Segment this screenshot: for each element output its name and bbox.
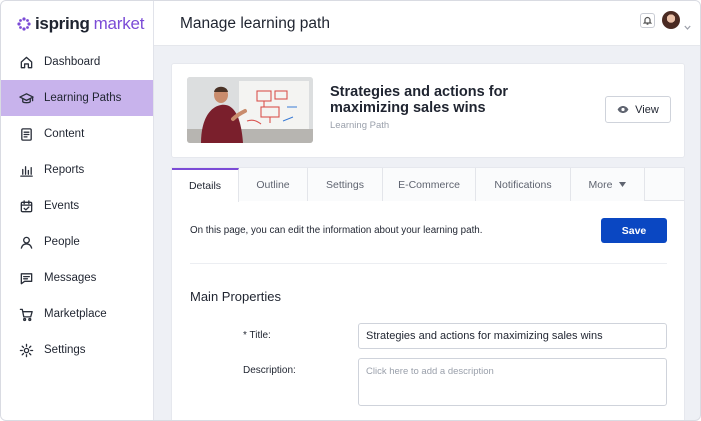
course-thumbnail	[187, 77, 313, 143]
sidebar-item-content[interactable]: Content	[1, 116, 153, 152]
sidebar-item-label: Reports	[44, 164, 85, 176]
document-icon	[19, 127, 34, 142]
caret-down-icon	[619, 182, 627, 187]
tab-outline[interactable]: Outline	[239, 168, 308, 201]
sidebar-item-label: Messages	[44, 272, 97, 284]
chevron-down-icon[interactable]	[684, 17, 691, 30]
app-window: ispring market Dashboard Learning Paths …	[0, 0, 701, 421]
home-icon	[19, 55, 34, 70]
graduation-cap-icon	[19, 91, 34, 106]
person-icon	[19, 235, 34, 250]
sidebar-item-events[interactable]: Events	[1, 188, 153, 224]
description-label: Description:	[243, 365, 296, 376]
sidebar-item-learning-paths[interactable]: Learning Paths	[1, 80, 153, 116]
gear-icon	[19, 343, 34, 358]
tab-notifications[interactable]: Notifications	[476, 168, 571, 201]
eye-icon	[617, 106, 629, 113]
user-avatar[interactable]	[662, 11, 680, 29]
bar-chart-icon	[19, 163, 34, 178]
top-header: Manage learning path	[154, 1, 700, 46]
page-title: Manage learning path	[180, 15, 330, 32]
tab-label: More	[588, 178, 613, 191]
sidebar-item-label: Dashboard	[44, 56, 101, 68]
sidebar-item-label: Events	[44, 200, 80, 212]
cart-icon	[19, 307, 34, 322]
tab-details[interactable]: Details	[172, 168, 239, 202]
save-button[interactable]: Save	[601, 218, 667, 243]
tab-more[interactable]: More	[571, 168, 645, 201]
calendar-check-icon	[19, 199, 34, 214]
tab-label: Details	[188, 180, 222, 192]
sidebar-item-label: People	[44, 236, 80, 248]
message-icon	[19, 271, 34, 286]
tab-label: Settings	[326, 178, 364, 191]
sidebar-item-label: Content	[44, 128, 85, 140]
brand-logo[interactable]: ispring market	[16, 14, 145, 34]
description-input[interactable]: Click here to add a description	[358, 358, 667, 406]
details-panel: Details Outline Settings E-Commerce Noti…	[171, 167, 685, 420]
view-button[interactable]: View	[605, 96, 671, 123]
divider	[190, 263, 667, 264]
sidebar-item-label: Marketplace	[44, 308, 107, 320]
sidebar-item-label: Learning Paths	[44, 92, 122, 104]
view-button-label: View	[635, 103, 659, 116]
tab-bar: Details Outline Settings E-Commerce Noti…	[172, 168, 684, 202]
course-type: Learning Path	[330, 120, 390, 131]
sidebar-item-messages[interactable]: Messages	[1, 260, 153, 296]
brand-name-bold: ispring	[35, 14, 90, 33]
sidebar: ispring market Dashboard Learning Paths …	[1, 1, 154, 420]
brand-name-light: market	[93, 14, 145, 33]
sidebar-nav: Dashboard Learning Paths Content Reports…	[1, 44, 153, 368]
sidebar-item-reports[interactable]: Reports	[1, 152, 153, 188]
sidebar-item-marketplace[interactable]: Marketplace	[1, 296, 153, 332]
title-input[interactable]: Strategies and actions for maximizing sa…	[358, 323, 667, 349]
course-title: Strategies and actions for maximizing sa…	[330, 84, 509, 116]
bell-icon[interactable]	[640, 13, 655, 28]
tab-label: E-Commerce	[398, 178, 460, 191]
tab-label: Outline	[256, 178, 290, 191]
sidebar-item-label: Settings	[44, 344, 86, 356]
sidebar-item-people[interactable]: People	[1, 224, 153, 260]
page-description: On this page, you can edit the informati…	[190, 225, 483, 236]
tab-label: Notifications	[494, 178, 552, 191]
flower-icon	[17, 17, 31, 31]
section-title: Main Properties	[190, 289, 282, 304]
sidebar-item-settings[interactable]: Settings	[1, 332, 153, 368]
title-label: * Title:	[243, 330, 271, 341]
tab-e-commerce[interactable]: E-Commerce	[383, 168, 476, 201]
learning-path-card: Strategies and actions for maximizing sa…	[171, 63, 685, 158]
sidebar-item-dashboard[interactable]: Dashboard	[1, 44, 153, 80]
tab-settings[interactable]: Settings	[308, 168, 383, 201]
